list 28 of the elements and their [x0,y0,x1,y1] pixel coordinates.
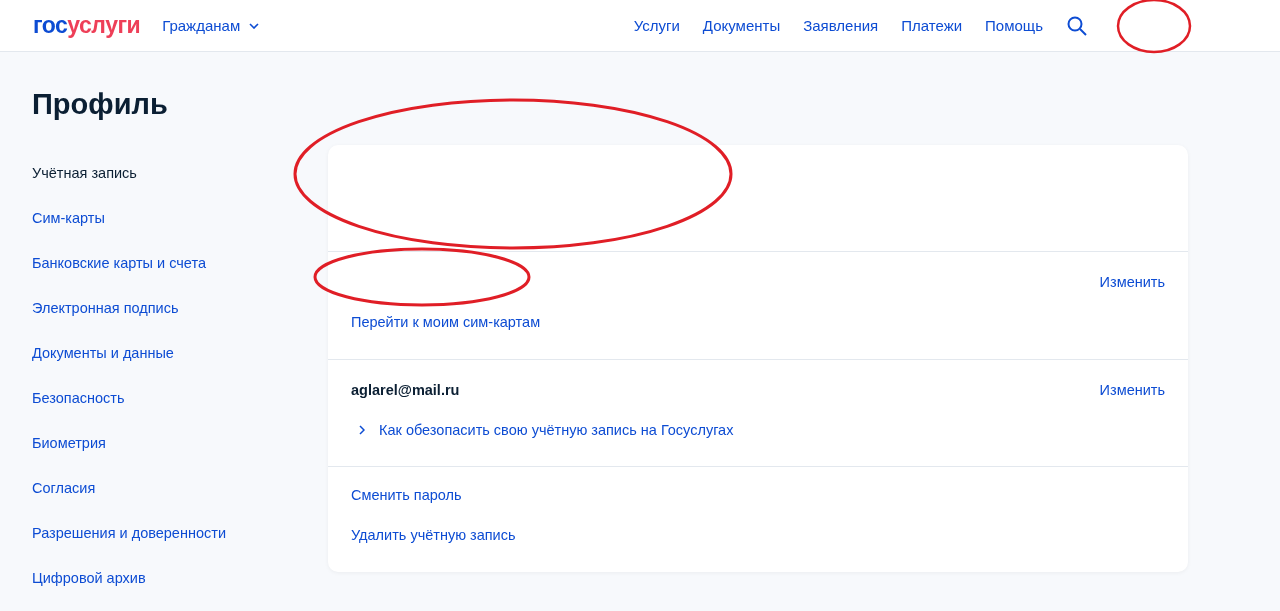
email-text: aglarel@mail.ru [351,382,460,398]
nav-link[interactable]: Платежи [901,17,963,34]
sidebar-item[interactable]: Учётная запись [32,164,328,182]
sidebar-item[interactable]: Документы и данные [32,344,328,362]
nav-link[interactable]: Помощь [985,17,1043,34]
gosuslugi-logo[interactable]: госуслуги [33,12,141,39]
nav-link[interactable]: Услуги [633,17,680,34]
audience-dropdown[interactable]: Гражданам [162,17,260,34]
search-icon[interactable] [1067,15,1087,36]
edit-link[interactable]: Изменить [1099,382,1165,398]
sidebar-item[interactable]: Сим-карты [32,209,328,227]
edit-link[interactable]: Изменить [1099,274,1165,290]
sidebar-item[interactable]: Электронная подпись [32,299,328,317]
security-tip-link[interactable]: Как обезопасить свою учётную запись на Госуслугах [351,422,734,438]
sidebar-item[interactable]: Биометрия [32,434,328,452]
sidebar-item[interactable]: Разрешения и доверенности [32,524,328,542]
page-title: Профиль [32,88,169,121]
nav-link[interactable]: Заявления [803,17,879,34]
sidebar-item[interactable]: Безопасность [32,389,328,407]
chevron-right-icon [359,425,365,435]
account-action-link[interactable]: Удалить учётную запись [351,527,516,543]
sidebar-item[interactable]: Согласия [32,479,328,497]
account-action-link[interactable]: Сменить пароль [351,487,462,503]
sidebar-item[interactable]: Цифровой архив [32,569,328,587]
chevron-down-icon [249,22,260,29]
nav-link[interactable]: Документы [702,17,781,34]
sim-cards-link[interactable]: Перейти к моим сим-картам [351,314,541,330]
sidebar-item[interactable]: Банковские карты и счета [32,254,328,272]
